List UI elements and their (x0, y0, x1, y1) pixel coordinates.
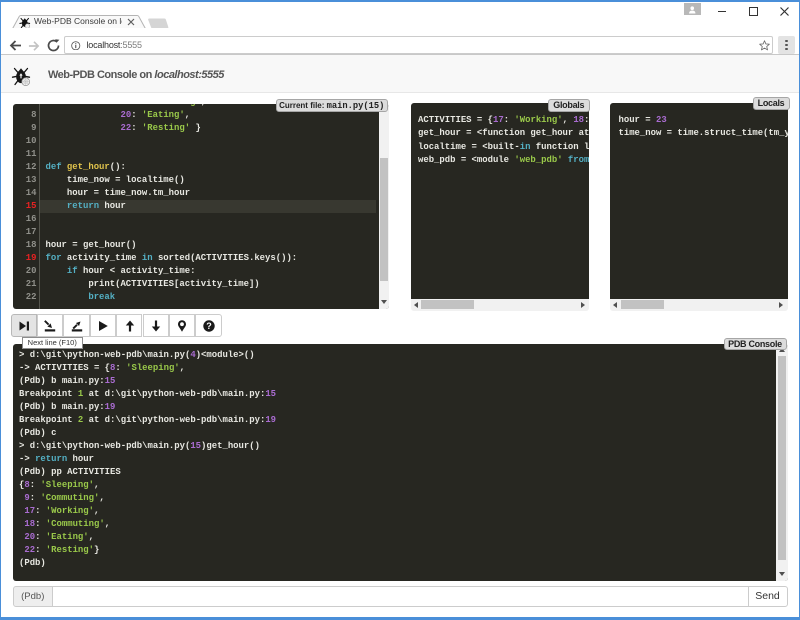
svg-text:?: ? (206, 321, 212, 331)
